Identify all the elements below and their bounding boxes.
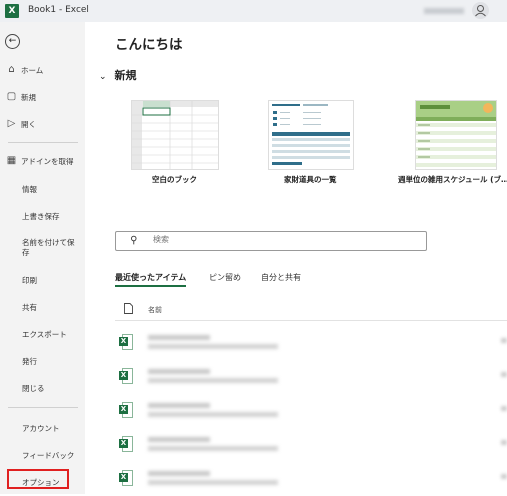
file-name-blurred (148, 369, 210, 374)
template-label: 週単位の雑用スケジュール (ブ… (398, 175, 507, 184)
file-name-blurred (148, 335, 210, 340)
sidebar-item-new[interactable]: ▢ 新規 (0, 89, 85, 107)
sidebar-item-close[interactable]: 閉じる (0, 380, 85, 398)
inventory-thumbnail (269, 101, 353, 169)
row-meta-blurred (501, 406, 507, 411)
sidebar-item-label: アドインを取得 (21, 157, 74, 166)
sidebar-item-account[interactable]: アカウント (0, 420, 85, 438)
file-path-blurred (148, 480, 278, 485)
sidebar-item-share[interactable]: 共有 (0, 299, 85, 317)
sidebar-divider (8, 142, 78, 143)
sidebar-item-export[interactable]: エクスポート (0, 326, 85, 344)
file-path-blurred (148, 378, 278, 383)
sidebar-item-label: 閉じる (22, 384, 45, 393)
file-name-blurred (148, 471, 210, 476)
template-household-inventory[interactable] (268, 100, 354, 170)
template-label: 空白のブック (152, 175, 197, 184)
sidebar-item-label: 名前を付けて保存 (22, 238, 75, 257)
backstage-main: こんにちは ⌄ 新規 空白のブック 家財道具の一覧 週単位の雑用スケジュール (… (85, 22, 507, 494)
sidebar-item-label: 共有 (22, 303, 37, 312)
new-section-header[interactable]: ⌄ 新規 (99, 67, 137, 83)
sidebar-item-label: 開く (21, 120, 36, 129)
column-header-name[interactable]: 名前 (148, 305, 162, 315)
back-arrow-icon[interactable]: ← (5, 34, 20, 49)
sidebar-item-info[interactable]: 情報 (0, 181, 85, 199)
sidebar-item-home[interactable]: ⌂ ホーム (0, 62, 85, 80)
table-row[interactable]: X (115, 394, 507, 428)
document-icon (124, 303, 133, 317)
folder-open-icon: ▷ (7, 118, 16, 129)
excel-file-icon: X (119, 368, 133, 384)
sidebar-item-open[interactable]: ▷ 開く (0, 116, 85, 134)
sidebar-item-save[interactable]: 上書き保存 (0, 208, 85, 226)
new-document-icon: ▢ (6, 91, 17, 102)
table-row[interactable]: X (115, 462, 507, 496)
sidebar-item-label: エクスポート (22, 330, 67, 339)
sidebar-item-label: 発行 (22, 357, 37, 366)
file-path-blurred (148, 344, 278, 349)
sidebar-item-label: 上書き保存 (22, 212, 60, 221)
new-section-title: 新規 (114, 69, 137, 82)
user-avatar[interactable] (472, 2, 489, 19)
blank-sheet-thumbnail (132, 101, 218, 169)
sidebar-item-label: ホーム (21, 66, 44, 75)
table-row[interactable]: X (115, 428, 507, 462)
sidebar-item-label: 情報 (22, 185, 37, 194)
template-blank-workbook[interactable] (131, 100, 219, 170)
window-title: Book1 - Excel (28, 5, 89, 15)
row-meta-blurred (501, 440, 507, 445)
title-bar: X Book1 - Excel (0, 0, 507, 22)
tab-shared-with-me[interactable]: 自分と共有 (261, 272, 301, 283)
sidebar-item-publish[interactable]: 発行 (0, 353, 85, 371)
options-highlight-box (7, 469, 69, 489)
sidebar-item-get-addins[interactable]: ▦ アドインを取得 (0, 153, 85, 171)
search-icon: ⚲ (130, 235, 138, 246)
excel-file-icon: X (119, 436, 133, 452)
table-row[interactable]: X (115, 360, 507, 394)
sidebar-item-print[interactable]: 印刷 (0, 272, 85, 290)
excel-file-icon: X (119, 334, 133, 350)
file-list-header: 名前 (115, 302, 507, 321)
sidebar-divider (8, 407, 78, 408)
schedule-thumbnail (416, 101, 496, 169)
tab-recent[interactable]: 最近使ったアイテム (115, 272, 187, 287)
sidebar-item-label: 新規 (21, 93, 36, 102)
sidebar-item-label: アカウント (22, 424, 60, 433)
page-title: こんにちは (115, 37, 183, 53)
search-box[interactable]: ⚲ (115, 231, 427, 251)
file-path-blurred (148, 446, 278, 451)
backstage-sidebar: ← ⌂ ホーム ▢ 新規 ▷ 開く ▦ アドインを取得 情報 上書き保存 名前を… (0, 22, 85, 494)
template-weekly-chore-schedule[interactable] (415, 100, 497, 170)
sidebar-item-label: 印刷 (22, 276, 37, 285)
table-row[interactable]: X (115, 326, 507, 360)
person-icon (475, 5, 486, 17)
home-icon: ⌂ (8, 64, 15, 75)
sidebar-item-label: フィードバック (22, 451, 75, 460)
row-meta-blurred (501, 338, 507, 343)
excel-logo-icon: X (5, 4, 19, 18)
chevron-down-icon: ⌄ (99, 72, 107, 82)
store-grid-icon: ▦ (6, 155, 17, 166)
template-label: 家財道具の一覧 (284, 175, 337, 184)
file-path-blurred (148, 412, 278, 417)
file-name-blurred (148, 403, 210, 408)
file-name-blurred (148, 437, 210, 442)
excel-file-icon: X (119, 402, 133, 418)
row-meta-blurred (501, 474, 507, 479)
sidebar-item-feedback[interactable]: フィードバック (0, 447, 85, 465)
search-input[interactable] (153, 235, 413, 244)
row-meta-blurred (501, 372, 507, 377)
tab-pinned[interactable]: ピン留め (209, 272, 241, 283)
sidebar-item-save-as[interactable]: 名前を付けて保存 (0, 235, 85, 263)
user-name-blurred (424, 8, 464, 14)
excel-file-icon: X (119, 470, 133, 486)
